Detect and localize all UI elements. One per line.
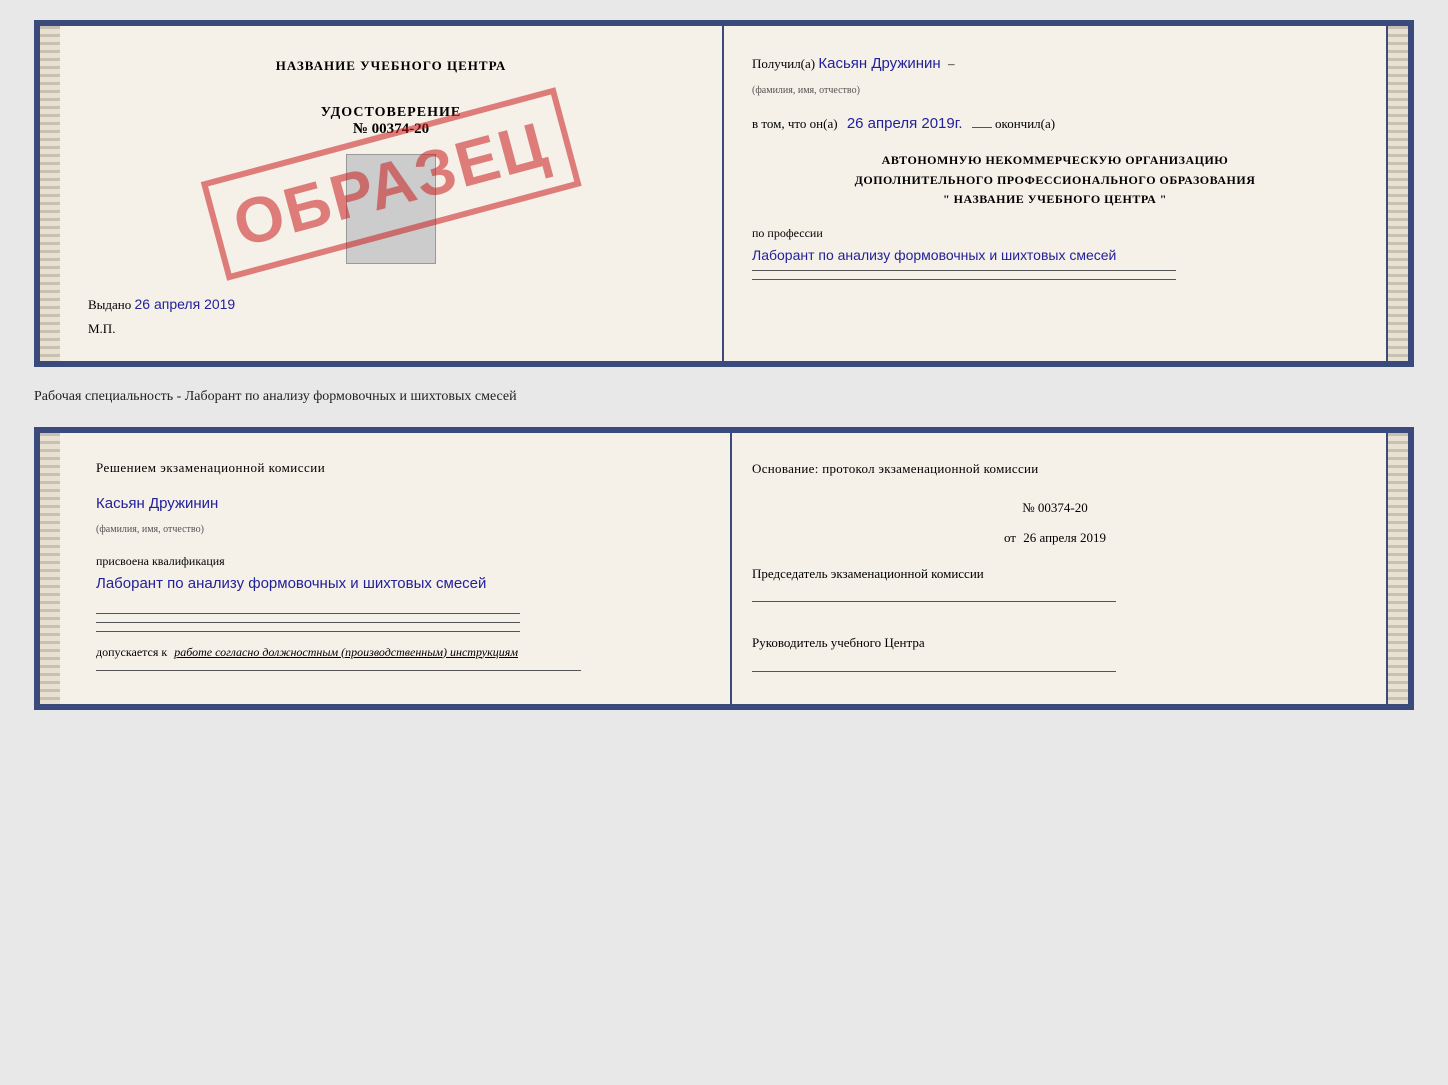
- cert-id-block: УДОСТОВЕРЕНИЕ № 00374-20: [321, 105, 461, 138]
- protocol-date-text: 26 апреля 2019: [1023, 530, 1106, 545]
- person-name: Касьян Дружинин: [96, 495, 218, 512]
- qualification-block: присвоена квалификация Лаборант по анали…: [96, 551, 702, 597]
- protocol-date: от 26 апреля 2019: [752, 526, 1358, 549]
- qualification-text: Лаборант по анализу формовочных и шихтов…: [96, 575, 486, 592]
- person-name-block: Касьян Дружинин (фамилия, имя, отчество): [96, 491, 702, 539]
- vtom-date: 26 апреля 2019г.: [847, 115, 963, 132]
- bottom-left-spine: [40, 433, 60, 704]
- dividers-block: [96, 613, 702, 632]
- protocol-number: № 00374-20: [752, 496, 1358, 519]
- allowed-divider: [96, 670, 581, 671]
- bottom-doc-left: Решением экзаменационной комиссии Касьян…: [60, 433, 732, 704]
- line2: [96, 622, 520, 623]
- cert-doc-number: № 00374-20: [321, 121, 461, 138]
- profession-divider: [752, 270, 1176, 271]
- received-prefix: Получил(а): [752, 56, 815, 71]
- protocol-number-text: № 00374-20: [1022, 500, 1087, 515]
- separator-text: Рабочая специальность - Лаборант по анал…: [34, 383, 1414, 411]
- vtom-prefix: в том, что он(а): [752, 116, 838, 131]
- vtom-suffix: окончил(а): [995, 116, 1055, 131]
- name-sublabel: (фамилия, имя, отчество): [752, 85, 860, 96]
- org-line1: АВТОНОМНУЮ НЕКОММЕРЧЕСКУЮ ОРГАНИЗАЦИЮ: [752, 151, 1358, 170]
- director-label: Руководитель учебного Центра: [752, 634, 1358, 652]
- allowed-block: допускается к работе согласно должностны…: [96, 642, 702, 662]
- left-spine: [40, 26, 60, 361]
- org-line3: " НАЗВАНИЕ УЧЕБНОГО ЦЕНТРА ": [752, 190, 1358, 209]
- qualification-prefix: присвоена квалификация: [96, 551, 702, 571]
- chairman-label: Председатель экзаменационной комиссии: [752, 565, 1358, 583]
- bottom-document: Решением экзаменационной комиссии Касьян…: [34, 427, 1414, 710]
- cert-issued: Выдано 26 апреля 2019: [88, 296, 694, 313]
- allowed-text: работе согласно должностным (производств…: [174, 645, 518, 659]
- org-line2: ДОПОЛНИТЕЛЬНОГО ПРОФЕССИОНАЛЬНОГО ОБРАЗО…: [752, 171, 1358, 190]
- protocol-date-prefix: от: [1004, 530, 1016, 545]
- issued-label: Выдано: [88, 297, 131, 312]
- profession-text: Лаборант по анализу формовочных и шихтов…: [752, 245, 1358, 266]
- profession-block: по профессии Лаборант по анализу формово…: [752, 223, 1358, 280]
- top-document: НАЗВАНИЕ УЧЕБНОГО ЦЕНТРА ОБРАЗЕЦ УДОСТОВ…: [34, 20, 1414, 367]
- issued-date: 26 апреля 2019: [135, 296, 236, 312]
- received-line: Получил(а) Касьян Дружинин – (фамилия, и…: [752, 50, 1358, 100]
- chairman-block: Председатель экзаменационной комиссии: [752, 565, 1358, 602]
- cert-title: НАЗВАНИЕ УЧЕБНОГО ЦЕНТРА: [88, 58, 694, 74]
- mp-label: М.П.: [88, 321, 694, 337]
- line1: [96, 613, 520, 614]
- vtom-line: в том, что он(а) 26 апреля 2019г. окончи…: [752, 110, 1358, 137]
- cert-doc-label: УДОСТОВЕРЕНИЕ: [321, 105, 461, 121]
- line3: [96, 631, 520, 632]
- cert-stamp-area: ОБРАЗЕЦ УДОСТОВЕРЕНИЕ № 00374-20: [88, 84, 694, 284]
- top-doc-right: Получил(а) Касьян Дружинин – (фамилия, и…: [724, 26, 1388, 361]
- profession-divider2: [752, 279, 1176, 280]
- bottom-doc-right: Основание: протокол экзаменационной коми…: [732, 433, 1388, 704]
- director-line: [752, 671, 1116, 672]
- decision-label: Решением экзаменационной комиссии: [96, 457, 702, 479]
- right-spine: [1388, 26, 1408, 361]
- allowed-prefix: допускается к: [96, 645, 167, 659]
- basis-label: Основание: протокол экзаменационной коми…: [752, 457, 1358, 480]
- director-block: Руководитель учебного Центра: [752, 634, 1358, 671]
- bottom-right-spine: [1388, 433, 1408, 704]
- cert-photo-placeholder: [346, 154, 436, 264]
- profession-prefix: по профессии: [752, 223, 1358, 245]
- name-sublabel-bottom: (фамилия, имя, отчество): [96, 524, 204, 535]
- received-name: Касьян Дружинин: [818, 55, 940, 72]
- chairman-line: [752, 601, 1116, 602]
- top-doc-left: НАЗВАНИЕ УЧЕБНОГО ЦЕНТРА ОБРАЗЕЦ УДОСТОВ…: [60, 26, 724, 361]
- org-block: АВТОНОМНУЮ НЕКОММЕРЧЕСКУЮ ОРГАНИЗАЦИЮ ДО…: [752, 151, 1358, 209]
